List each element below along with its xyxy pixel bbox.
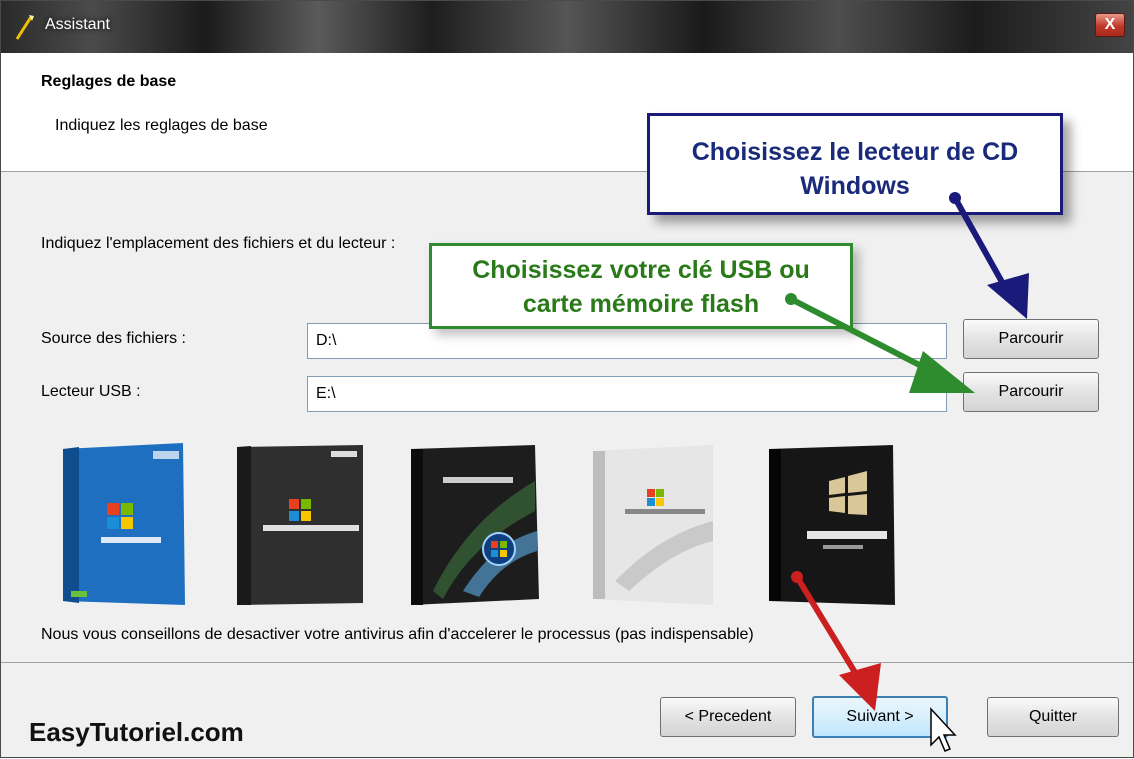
close-button[interactable]: X [1095, 13, 1125, 37]
assistant-window: Assistant X Reglages de base Indiquez le… [0, 0, 1134, 758]
antivirus-note: Nous vous conseillons de desactiver votr… [41, 626, 754, 643]
wizard-wand-icon [15, 15, 34, 40]
page-title: Reglages de base [41, 73, 177, 90]
windows-vista-box [411, 445, 539, 605]
usb-input[interactable]: E:\ [307, 376, 947, 412]
windows-server-2003-box [237, 445, 363, 605]
windows-7-box [769, 445, 895, 605]
browse-source-button[interactable]: Parcourir [963, 319, 1099, 359]
callout-usb-line2: carte mémoire flash [522, 290, 760, 318]
usb-label: Lecteur USB : [41, 383, 141, 400]
previous-button[interactable]: < Precedent [660, 697, 796, 737]
browse-usb-button[interactable]: Parcourir [963, 372, 1099, 412]
next-button[interactable]: Suivant > [812, 696, 948, 738]
title-bar[interactable]: Assistant X [1, 1, 1133, 53]
windows-xp-box [63, 443, 185, 605]
brand-watermark: EasyTutoriel.com [29, 717, 244, 747]
location-intro: Indiquez l'emplacement des fichiers et d… [41, 235, 396, 252]
callout-cd-drive: Choisissez le lecteur de CD Windows [647, 113, 1063, 215]
quit-button[interactable]: Quitter [987, 697, 1119, 737]
windows-server-2008-box [593, 445, 713, 605]
callout-cd-line1: Choisissez le lecteur de CD [691, 138, 1019, 166]
callout-usb-drive: Choisissez votre clé USB ou carte mémoir… [429, 243, 853, 329]
window-title: Assistant [45, 16, 110, 33]
callout-cd-line2: Windows [800, 172, 910, 200]
source-label: Source des fichiers : [41, 330, 186, 347]
callout-usb-line1: Choisissez votre clé USB ou [472, 256, 810, 284]
page-subtitle: Indiquez les reglages de base [55, 117, 268, 134]
footer-divider [1, 662, 1133, 663]
